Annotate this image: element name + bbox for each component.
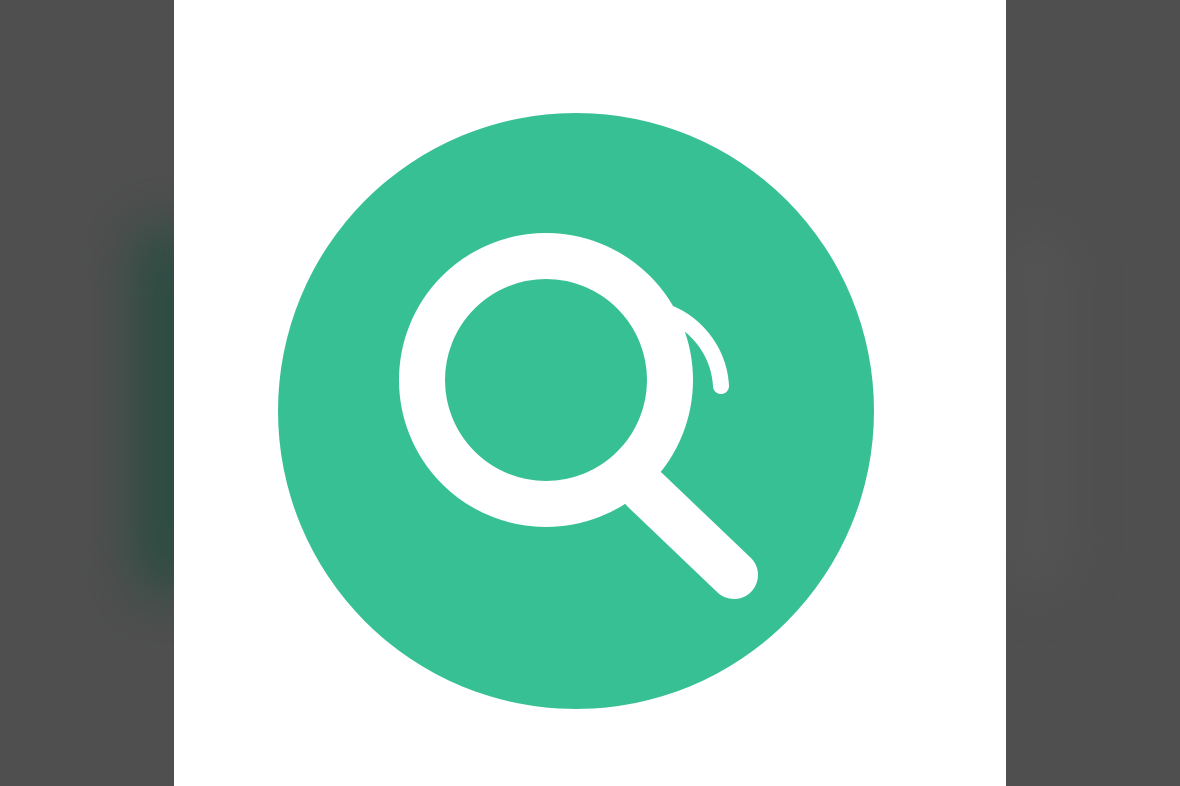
- panel-shadow-right: [1006, 230, 1066, 590]
- viewer-window: [0, 0, 1180, 786]
- search-icon: [278, 113, 874, 709]
- image-canvas: [174, 0, 1006, 786]
- icon-background-circle: [278, 113, 874, 709]
- search-app-icon[interactable]: [278, 113, 874, 709]
